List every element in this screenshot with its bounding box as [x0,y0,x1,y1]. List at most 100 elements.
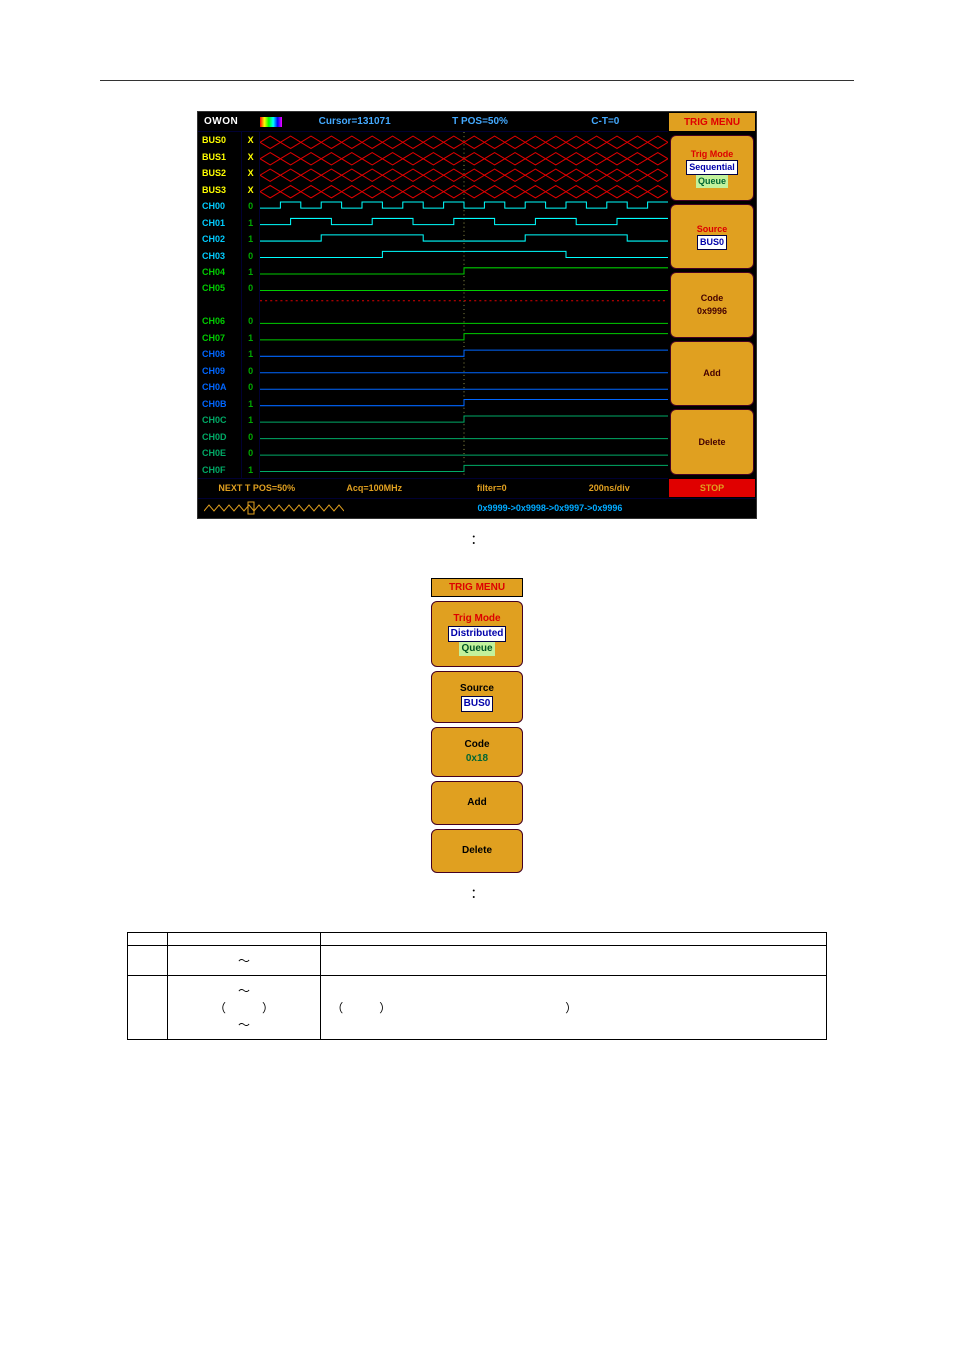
channel-label: CH04 [198,264,241,280]
add-button-2[interactable]: Add [431,781,523,825]
page-divider [100,80,854,81]
channel-value: 1 [242,214,259,230]
channel-label: CH0C [198,412,241,428]
code-button[interactable]: Code 0x9996 [670,272,754,338]
channel-value: 1 [242,264,259,280]
channel-value: 1 [242,461,259,477]
waveform-area[interactable] [260,132,668,478]
acq-readout: Acq=100MHz [316,483,434,493]
channel-label: CH05 [198,280,241,296]
code-button-2[interactable]: Code 0x18 [431,727,523,777]
channel-value: X [242,132,259,148]
delete-button-2[interactable]: Delete [431,829,523,873]
add-label-2: Add [467,796,486,810]
channel-label: CH0A [198,379,241,395]
ct-readout: C-T=0 [543,116,668,127]
channel-value: 1 [242,346,259,362]
channel-label: CH09 [198,363,241,379]
table-cell: （ ） ） [321,975,827,1039]
channel-label: CH0B [198,396,241,412]
channel-label: CH03 [198,247,241,263]
overview-wave-icon [204,501,344,515]
channel-value: 0 [242,428,259,444]
figure-1-caption: ： [0,529,954,548]
scope-bottom-bar-2: 0x9999->0x9998->0x9997->0x9996 [198,498,756,518]
channel-value: X [242,181,259,197]
scope-topbar: OWON Cursor=131071 T POS=50% C-T=0 [198,112,668,132]
small-menu-figure: TRIG MENU Trig Mode Distributed Queue So… [431,578,523,873]
cursor-readout: Cursor=131071 [292,116,417,127]
channel-label: BUS1 [198,148,241,164]
source-label: Source [697,223,728,236]
table-cell-line: （ ） [178,999,310,1016]
trig-mode-button[interactable]: Trig Mode Sequential Queue [670,135,754,201]
channel-label: CH01 [198,214,241,230]
trig-mode-label-2: Trig Mode [453,612,500,626]
channel-value: 0 [242,313,259,329]
rainbow-icon [260,117,282,127]
channel-value: 0 [242,445,259,461]
channel-value: 0 [242,280,259,296]
table-header [167,932,320,945]
table-header [128,932,168,945]
table-cell-line: ～ [178,1016,310,1033]
table-row [128,932,827,945]
delete-button[interactable]: Delete [670,409,754,475]
channel-value: X [242,148,259,164]
trig-menu-panel: Trig Mode Sequential Queue Source BUS0 C… [668,132,756,478]
trig-mode-value-1: Sequential [686,160,738,175]
trig-mode-button-2[interactable]: Trig Mode Distributed Queue [431,601,523,667]
channel-label: CH0D [198,428,241,444]
table-row: ～ （ ） ～ （ ） ） [128,975,827,1039]
add-button[interactable]: Add [670,341,754,407]
table-header [321,932,827,945]
table-cell [128,945,168,975]
table-row: ～ [128,945,827,975]
scope-figure: OWON Cursor=131071 T POS=50% C-T=0 TRIG … [197,111,757,519]
delete-label-2: Delete [462,844,492,858]
table-cell [128,975,168,1039]
channel-label: CH00 [198,198,241,214]
channel-value: X [242,165,259,181]
channel-label: CH0E [198,445,241,461]
channel-label: CH0F [198,461,241,477]
sequence-readout: 0x9999->0x9998->0x9997->0x9996 [344,503,756,513]
source-button[interactable]: Source BUS0 [670,204,754,270]
channel-label: BUS0 [198,132,241,148]
code-label: Code [701,292,724,305]
trig-mode-value-2b: Queue [459,642,494,656]
code-label-2: Code [465,738,490,752]
channel-label-column: BUS0BUS1BUS2BUS3CH00CH01CH02CH03CH04CH05… [198,132,260,478]
stop-label: STOP [700,483,724,493]
trig-mode-label: Trig Mode [691,148,734,161]
trig-mode-value-2: Queue [696,175,728,188]
stop-button[interactable]: STOP [668,478,756,498]
channel-value [242,297,259,313]
delete-label: Delete [698,436,725,449]
source-value-2: BUS0 [461,696,494,712]
table-cell [321,945,827,975]
timediv-readout: 200ns/div [551,483,669,493]
trig-menu-header-2: TRIG MENU [431,578,523,597]
channel-label: CH07 [198,330,241,346]
channel-value: 1 [242,231,259,247]
figure-2-caption: ： [0,883,954,902]
channel-label: CH06 [198,313,241,329]
channel-value: 0 [242,198,259,214]
table-cell: ～ [167,945,320,975]
add-label: Add [703,367,721,380]
next-tpos-readout: NEXT T POS=50% [198,483,316,493]
code-value: 0x9996 [697,305,727,318]
logo: OWON [198,116,260,127]
tpos-readout: T POS=50% [417,116,542,127]
scope-bottom-bar-1: NEXT T POS=50% Acq=100MHz filter=0 200ns… [198,478,668,498]
source-value: BUS0 [697,235,727,250]
source-button-2[interactable]: Source BUS0 [431,671,523,723]
trig-menu-header: TRIG MENU [668,112,756,132]
channel-value: 0 [242,247,259,263]
channel-value: 0 [242,379,259,395]
table-cell: ～ （ ） ～ [167,975,320,1039]
source-label-2: Source [460,682,494,696]
channel-label: BUS3 [198,181,241,197]
trig-mode-value-1b: Distributed [448,626,507,642]
